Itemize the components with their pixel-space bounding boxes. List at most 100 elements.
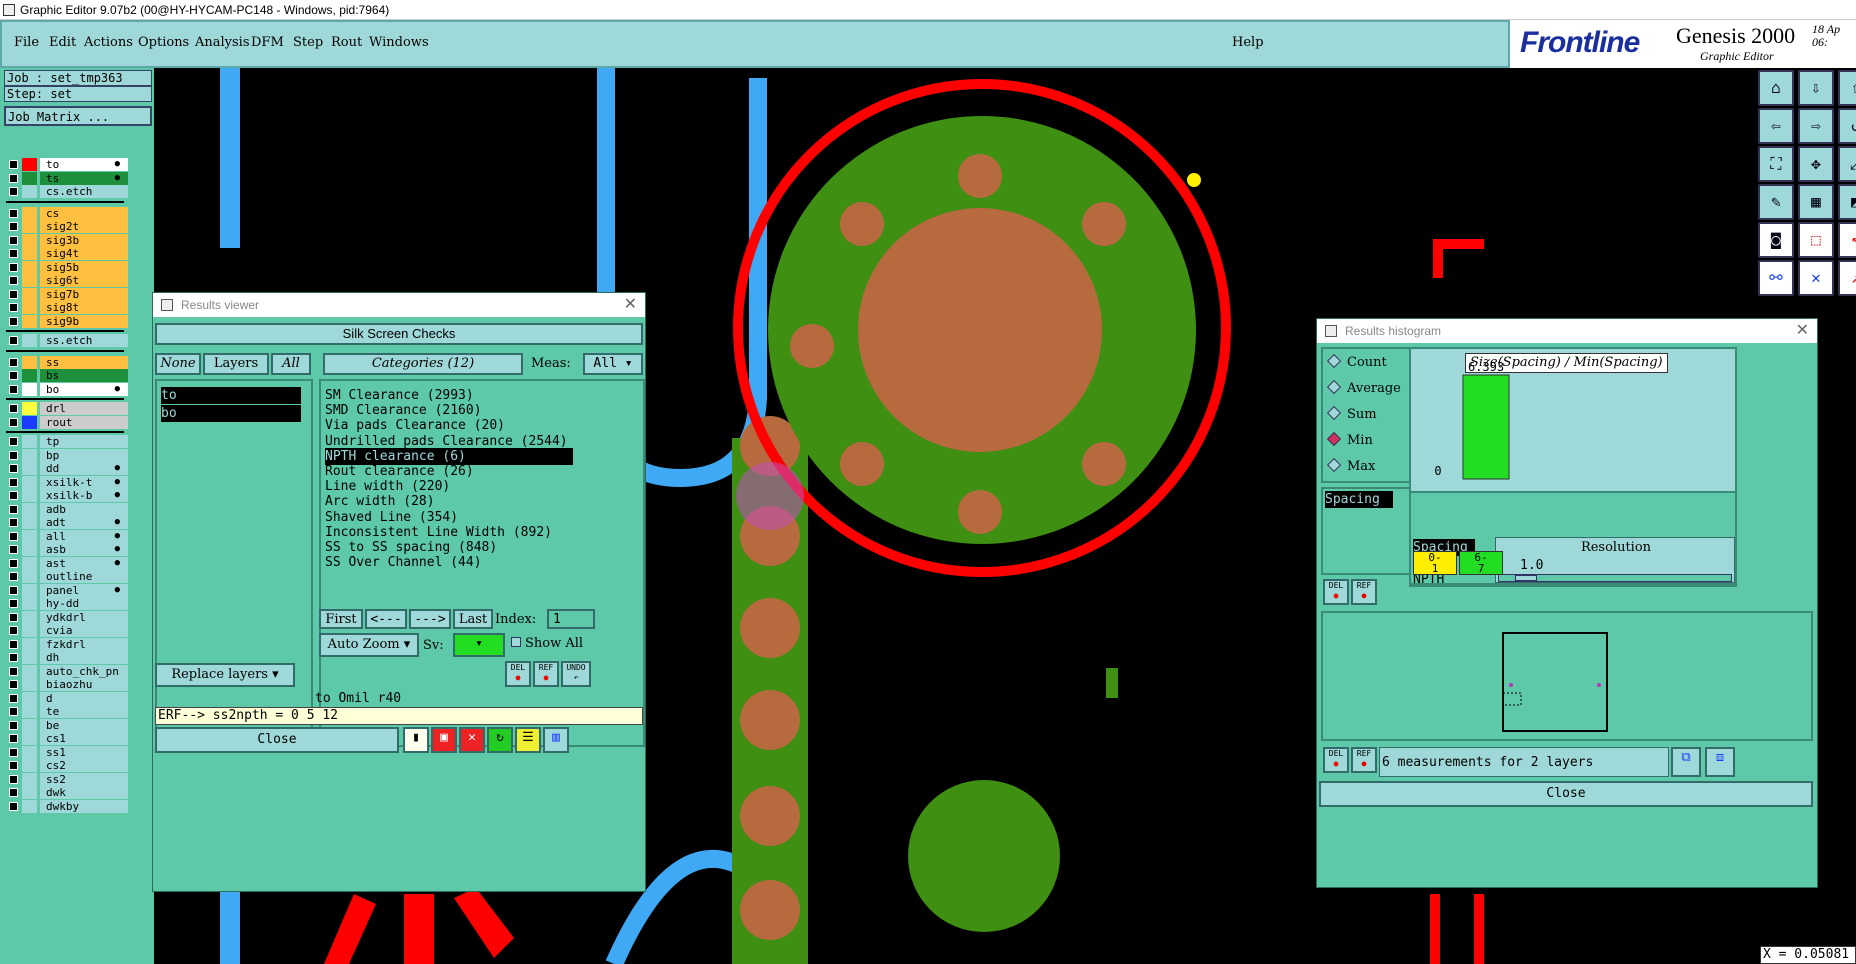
layer-name[interactable]: d bbox=[40, 691, 128, 705]
layers-button[interactable]: Layers bbox=[203, 353, 269, 375]
layer-checkbox[interactable] bbox=[9, 160, 18, 169]
layer-checkbox[interactable] bbox=[9, 626, 18, 635]
ref-button[interactable]: REF ● bbox=[1351, 579, 1377, 605]
prev-button[interactable]: <--- bbox=[365, 609, 407, 629]
toolbar-zoom-icon[interactable]: ⤢ bbox=[1838, 146, 1856, 182]
layer-row-biaozhu[interactable]: biaozhu bbox=[6, 678, 128, 691]
layer-checkbox[interactable] bbox=[9, 491, 18, 500]
close-button[interactable]: Close bbox=[155, 727, 399, 753]
layer-color-swatch[interactable] bbox=[22, 415, 37, 429]
layer-row-ast[interactable]: ast ● bbox=[6, 556, 128, 570]
toolbar-left-icon[interactable]: ⇦ bbox=[1758, 108, 1794, 144]
layer-checkbox[interactable] bbox=[9, 734, 18, 743]
layer-checkbox[interactable] bbox=[9, 545, 18, 554]
layer-name[interactable]: hy-dd bbox=[40, 597, 128, 610]
layer-color-swatch[interactable] bbox=[22, 610, 37, 624]
notes-icon[interactable]: ☰ bbox=[515, 727, 541, 753]
layer-color-swatch[interactable] bbox=[22, 247, 37, 260]
layer-checkbox[interactable] bbox=[9, 187, 18, 196]
layer-row-auto_chk_pn[interactable]: auto_chk_pn bbox=[6, 664, 128, 678]
menu-help[interactable]: Help bbox=[1232, 35, 1264, 50]
toolbar-grid-icon[interactable]: ▦ bbox=[1798, 184, 1834, 220]
layer-row-dwk[interactable]: dwk bbox=[6, 786, 128, 799]
layer-checkbox[interactable] bbox=[9, 316, 18, 326]
layer-color-swatch[interactable] bbox=[22, 402, 37, 415]
layer-row-d[interactable]: d bbox=[6, 691, 128, 705]
layer-checkbox[interactable] bbox=[9, 558, 18, 568]
layer-checkbox[interactable] bbox=[9, 437, 18, 446]
layer-color-swatch[interactable] bbox=[22, 171, 37, 185]
layer-row-sig4t[interactable]: sig4t bbox=[6, 247, 128, 260]
toolbar-pointer-icon[interactable]: ↖ bbox=[1838, 222, 1856, 258]
layer-color-swatch[interactable] bbox=[22, 314, 37, 328]
layer-checkbox[interactable] bbox=[9, 384, 18, 394]
layer-name[interactable]: tp bbox=[40, 435, 128, 448]
show-all-checkbox[interactable] bbox=[511, 637, 521, 647]
layer-color-swatch[interactable] bbox=[22, 233, 37, 247]
ref-button[interactable]: REF ● bbox=[533, 661, 559, 687]
export-icon[interactable]: ⧉ bbox=[1671, 747, 1701, 777]
layer-row-all[interactable]: all ● bbox=[6, 529, 128, 543]
layer-row-cs[interactable]: cs bbox=[6, 206, 128, 220]
layer-row-adt[interactable]: adt ● bbox=[6, 516, 128, 529]
toolbar-net-icon[interactable]: ⚯ bbox=[1758, 260, 1794, 296]
layer-color-swatch[interactable] bbox=[22, 260, 37, 274]
layer-row-rout[interactable]: rout bbox=[6, 415, 128, 429]
menu-edit[interactable]: Edit bbox=[49, 35, 76, 50]
layer-checkbox[interactable] bbox=[9, 464, 18, 473]
toolbar-home-icon[interactable]: ⌂ bbox=[1758, 70, 1794, 106]
layer-color-swatch[interactable] bbox=[22, 637, 37, 651]
layer-row-cvia[interactable]: cvia bbox=[6, 624, 128, 637]
layer-checkbox[interactable] bbox=[9, 639, 18, 649]
layer-row-adb[interactable]: adb bbox=[6, 502, 128, 516]
layer-color-swatch[interactable] bbox=[22, 556, 37, 570]
layer-name[interactable]: be bbox=[40, 718, 128, 732]
layer-checkbox[interactable] bbox=[9, 303, 18, 312]
replace-layers-dropdown[interactable]: Replace layers ▾ bbox=[155, 663, 295, 687]
layer-row-drl[interactable]: drl bbox=[6, 402, 128, 415]
toolbar-camera-icon[interactable]: ◙ bbox=[1758, 222, 1794, 258]
layer-row-cs.etch[interactable]: cs.etch bbox=[6, 185, 128, 198]
menu-rout[interactable]: Rout bbox=[331, 35, 362, 50]
layer-row-panel[interactable]: panel ● bbox=[6, 583, 128, 597]
radio-average[interactable]: Average bbox=[1326, 379, 1401, 396]
layer-row-outline[interactable]: outline bbox=[6, 570, 128, 583]
next-button[interactable]: ---> bbox=[409, 609, 451, 629]
layer-color-swatch[interactable] bbox=[22, 718, 37, 732]
menu-options[interactable]: Options bbox=[138, 35, 189, 50]
layer-checkbox[interactable] bbox=[9, 599, 18, 608]
histogram-close-button[interactable]: Close bbox=[1319, 781, 1813, 807]
radio-count[interactable]: Count bbox=[1326, 353, 1387, 370]
layer-row-sig9b[interactable]: sig9b bbox=[6, 314, 128, 328]
layer-checkbox[interactable] bbox=[9, 477, 18, 487]
layer-row-sig7b[interactable]: sig7b bbox=[6, 287, 128, 301]
layer-color-swatch[interactable] bbox=[22, 206, 37, 220]
layer-row-dd[interactable]: dd ● bbox=[6, 462, 128, 475]
layer-color-swatch[interactable] bbox=[22, 516, 37, 529]
layer-name[interactable]: sig3b bbox=[40, 233, 128, 247]
layer-name[interactable]: drl bbox=[40, 402, 128, 415]
toolbar-up-icon[interactable]: ⇧ bbox=[1838, 70, 1856, 106]
layer-color-swatch[interactable] bbox=[22, 543, 37, 556]
radio-max[interactable]: Max bbox=[1326, 457, 1375, 474]
layer-color-swatch[interactable] bbox=[22, 158, 37, 171]
layer-row-xsilk-t[interactable]: xsilk-t ● bbox=[6, 475, 128, 489]
layer-checkbox[interactable] bbox=[9, 774, 18, 784]
layer-color-swatch[interactable] bbox=[22, 664, 37, 678]
layer-row-bp[interactable]: bp bbox=[6, 448, 128, 462]
layer-color-swatch[interactable] bbox=[22, 759, 37, 772]
layer-row-bo[interactable]: bo ● bbox=[6, 382, 128, 396]
layer-row-xsilk-b[interactable]: xsilk-b ● bbox=[6, 489, 128, 502]
layer-name[interactable]: cvia bbox=[40, 624, 128, 637]
layer-checkbox[interactable] bbox=[9, 371, 18, 380]
layer-row-asb[interactable]: asb ● bbox=[6, 543, 128, 556]
radio-min[interactable]: Min bbox=[1326, 431, 1373, 448]
toolbar-right-icon[interactable]: ⇨ bbox=[1798, 108, 1834, 144]
layer-name[interactable]: bp bbox=[40, 448, 128, 462]
last-button[interactable]: Last bbox=[453, 609, 493, 629]
histogram-icon[interactable]: ▥ bbox=[543, 727, 569, 753]
toolbar-draw-icon[interactable]: ↗ bbox=[1838, 260, 1856, 296]
layer-color-swatch[interactable] bbox=[22, 799, 37, 813]
all-button[interactable]: All bbox=[271, 353, 311, 375]
layer-name[interactable]: bs bbox=[40, 369, 128, 382]
